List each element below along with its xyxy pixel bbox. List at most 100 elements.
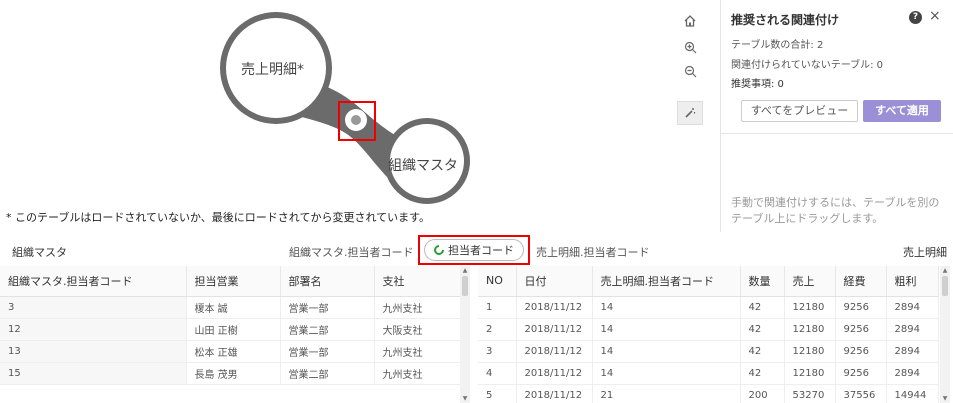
recommendations-stat: 推奨事項: 0 — [731, 79, 784, 90]
table-cell: 12180 — [784, 362, 836, 385]
table-row: 2 2018/11/12 14 42 12180 9256 2894 — [478, 318, 939, 341]
table-cell: 200 — [740, 384, 785, 403]
table-cell: 37556 — [835, 384, 887, 403]
table-cell: 42 — [740, 296, 785, 319]
scroll-up-icon[interactable]: ▲ — [940, 267, 950, 274]
zoom-in-icon[interactable] — [677, 36, 703, 58]
table-header-row: NO 日付 売上明細.担当者コード 数量 売上 経費 粗利 — [478, 266, 939, 297]
column-header[interactable]: 売上 — [784, 266, 836, 297]
scroll-up-icon[interactable]: ▲ — [460, 267, 470, 274]
table-cell: 山田 正樹 — [186, 318, 281, 341]
table-cell: 大阪支社 — [374, 318, 461, 341]
table-row: 4 2018/11/12 14 42 12180 9256 2894 — [478, 362, 939, 385]
table-cell: 九州支社 — [374, 340, 461, 363]
table-label-org: 組織マスタ — [388, 158, 458, 174]
table-row: 5 2018/11/12 21 200 53270 37556 14944 — [478, 384, 939, 403]
column-header[interactable]: 担当営業 — [186, 266, 281, 297]
table-cell: 2018/11/12 — [516, 362, 593, 385]
scroll-thumb[interactable] — [462, 276, 468, 296]
table-cell: 2 — [478, 318, 517, 341]
left-table-name: 組織マスタ — [12, 246, 67, 259]
table-cell: 15 — [0, 362, 187, 385]
column-header[interactable]: 支社 — [374, 266, 461, 297]
association-canvas[interactable]: 売上明細* 組織マスタ * このテーブルはロードされていないか、最後にロードされ… — [0, 0, 720, 232]
table-cell: 2018/11/12 — [516, 384, 593, 403]
drag-hint-text: 手動で関連付けするには、テーブルを別のテーブル上にドラッグします。 — [731, 196, 940, 225]
table-cell: 2894 — [886, 340, 939, 363]
scroll-down-icon[interactable]: ▼ — [460, 395, 470, 402]
highlight-box-key — [418, 235, 530, 265]
table-cell: 長島 茂男 — [186, 362, 281, 385]
table-cell: 12 — [0, 318, 187, 341]
table-row: 1 2018/11/12 14 42 12180 9256 2894 — [478, 296, 939, 319]
column-header[interactable]: 日付 — [516, 266, 593, 297]
column-header[interactable]: 部署名 — [280, 266, 375, 297]
table-cell: 5 — [478, 384, 517, 403]
table-cell: 3 — [478, 340, 517, 363]
table-label-sales: 売上明細* — [241, 62, 304, 78]
table-cell: 12180 — [784, 296, 836, 319]
column-header[interactable]: 売上明細.担当者コード — [592, 266, 741, 297]
highlight-box-link — [338, 101, 376, 141]
table-cell: 53270 — [784, 384, 836, 403]
total-tables-stat: テーブル数の合計: 2 — [731, 40, 824, 51]
table-row: 3 榎本 誠 営業一部 九州支社 — [0, 296, 461, 319]
table-row: 13 松本 正雄 営業一部 九州支社 — [0, 340, 461, 363]
magic-wand-icon[interactable] — [677, 101, 703, 125]
column-header[interactable]: 数量 — [740, 266, 785, 297]
table-header-row: 組織マスタ.担当者コード 担当営業 部署名 支社 — [0, 266, 461, 297]
column-header[interactable]: 経費 — [835, 266, 887, 297]
table-cell: 1 — [478, 296, 517, 319]
scroll-down-icon[interactable]: ▼ — [940, 395, 950, 402]
table-cell: 21 — [592, 384, 741, 403]
table-cell: 9256 — [835, 340, 887, 363]
table-cell: 12180 — [784, 340, 836, 363]
org-master-preview-table: 組織マスタ.担当者コード 担当営業 部署名 支社 3 榎本 誠 営業一部 九州支… — [0, 266, 471, 403]
home-icon[interactable] — [677, 10, 703, 32]
scroll-thumb[interactable] — [942, 276, 948, 296]
left-join-field: 組織マスタ.担当者コード — [289, 246, 414, 259]
table-cell: 14 — [592, 318, 741, 341]
table-cell: 営業二部 — [280, 362, 375, 385]
table-cell: 2894 — [886, 318, 939, 341]
table-cell: 14 — [592, 362, 741, 385]
help-icon[interactable]: ? — [909, 11, 922, 24]
unloaded-table-note: * このテーブルはロードされていないか、最後にロードされてから変更されています。 — [6, 211, 431, 224]
table-cell: 42 — [740, 318, 785, 341]
table-cell: 9256 — [835, 362, 887, 385]
table-cell: 2018/11/12 — [516, 318, 593, 341]
table-cell: 4 — [478, 362, 517, 385]
table-cell: 14944 — [886, 384, 939, 403]
table-cell: 2018/11/12 — [516, 296, 593, 319]
table-cell: 2018/11/12 — [516, 340, 593, 363]
table-cell: 42 — [740, 362, 785, 385]
sales-detail-preview-table: NO 日付 売上明細.担当者コード 数量 売上 経費 粗利 1 2018/11/… — [478, 266, 953, 403]
association-detail-bar: 組織マスタ 組織マスタ.担当者コード 担当者コード 売上明細.担当者コード 売上… — [0, 235, 953, 265]
table-cell: 営業一部 — [280, 340, 375, 363]
panel-divider — [721, 133, 953, 134]
unlinked-tables-stat: 関連付けられていないテーブル: 0 — [731, 60, 884, 71]
table-cell: 2894 — [886, 362, 939, 385]
zoom-out-icon[interactable] — [677, 60, 703, 82]
column-header[interactable]: 組織マスタ.担当者コード — [0, 266, 187, 297]
apply-all-button[interactable]: すべて適用 — [863, 100, 941, 122]
table-cell: 12180 — [784, 318, 836, 341]
right-table-scrollbar[interactable]: ▲ ▼ — [940, 266, 950, 403]
table-cell: 2894 — [886, 296, 939, 319]
table-cell: 3 — [0, 296, 187, 319]
table-cell: 営業一部 — [280, 296, 375, 319]
left-table-scrollbar[interactable]: ▲ ▼ — [460, 266, 470, 403]
close-icon[interactable]: × — [929, 8, 941, 24]
table-row: 12 山田 正樹 営業二部 大阪支社 — [0, 318, 461, 341]
table-cell: 営業二部 — [280, 318, 375, 341]
table-cell: 14 — [592, 296, 741, 319]
preview-all-button[interactable]: すべてをプレビュー — [741, 100, 858, 122]
column-header[interactable]: NO — [478, 266, 517, 297]
right-table-name: 売上明細 — [903, 246, 947, 259]
table-cell: 九州支社 — [374, 296, 461, 319]
table-cell: 9256 — [835, 296, 887, 319]
table-cell: 9256 — [835, 318, 887, 341]
right-join-field: 売上明細.担当者コード — [536, 246, 650, 259]
table-cell: 榎本 誠 — [186, 296, 281, 319]
column-header[interactable]: 粗利 — [886, 266, 939, 297]
